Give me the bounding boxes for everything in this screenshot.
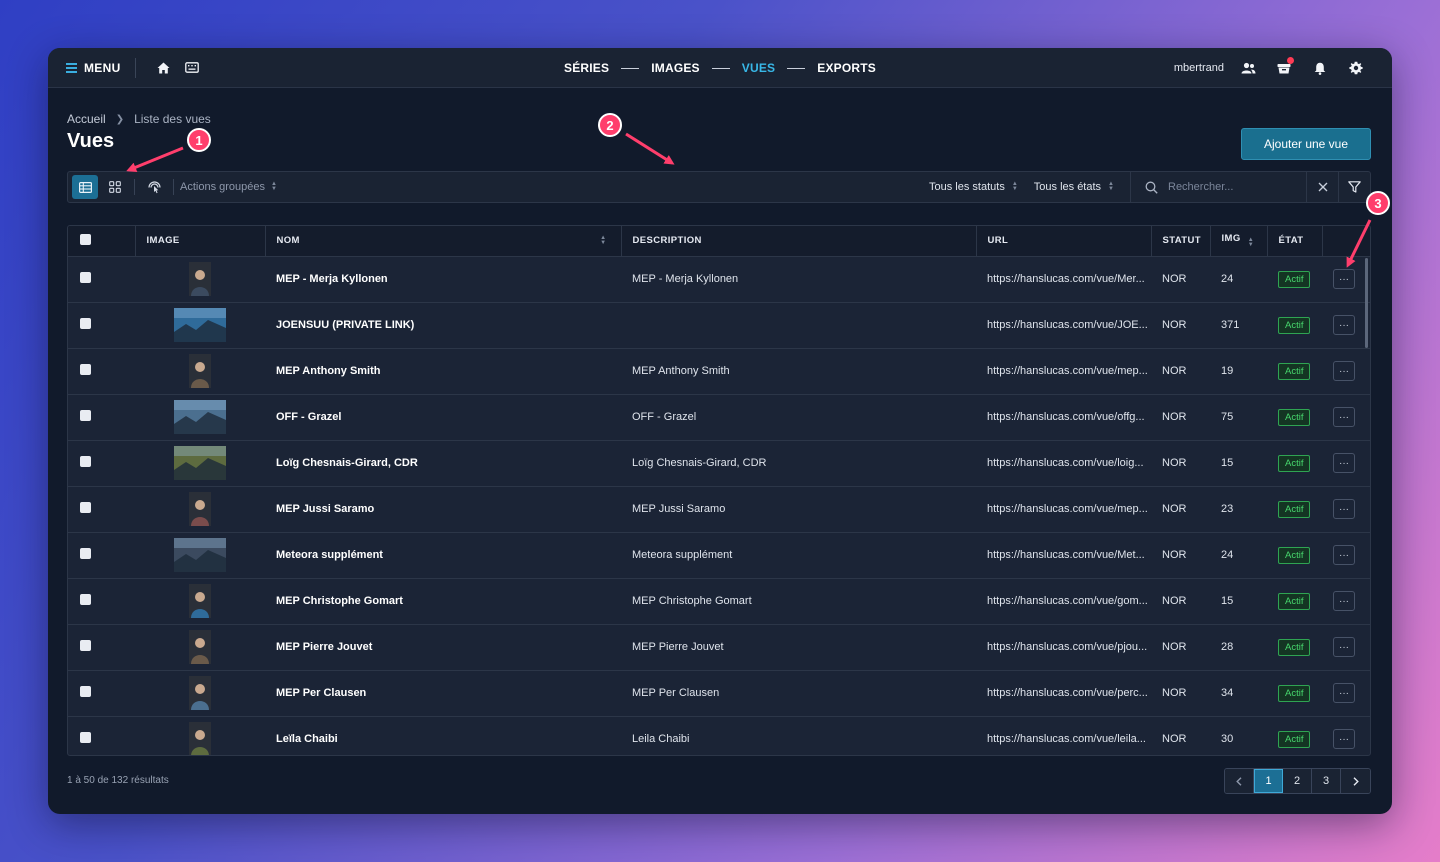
annotation-arrow-2 (625, 132, 675, 165)
annotation-arrow-1 (126, 146, 184, 172)
annotation-marker-2: 2 (598, 113, 622, 137)
annotation-arrow-3 (1346, 219, 1372, 268)
annotation-marker-3: 3 (1366, 191, 1390, 215)
annotation-marker-1: 1 (187, 128, 211, 152)
annotation-arrows (126, 132, 1372, 268)
